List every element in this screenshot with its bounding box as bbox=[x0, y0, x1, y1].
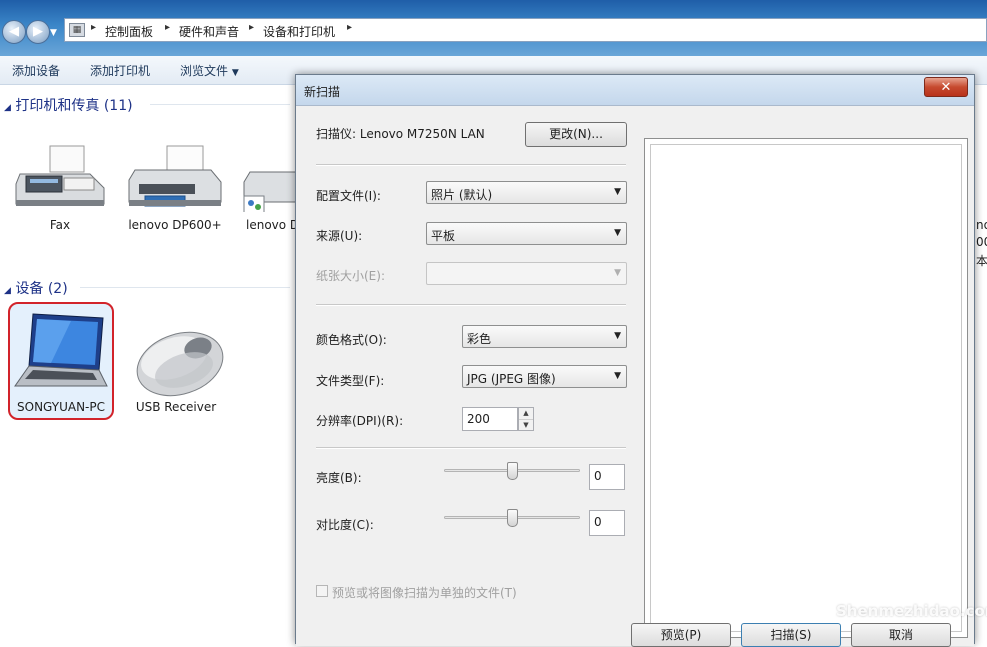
breadcrumb-separator-icon[interactable]: ▸ bbox=[347, 22, 352, 33]
printer-icon bbox=[243, 171, 296, 215]
separator bbox=[316, 447, 626, 449]
contrast-value: 0 bbox=[594, 515, 602, 529]
color-format-value: 彩色 bbox=[467, 332, 492, 346]
laptop-icon bbox=[14, 313, 108, 387]
paper-size-label: 纸张大小(E): bbox=[316, 269, 385, 283]
device-printer-dp600[interactable]: lenovo DP600+ bbox=[124, 140, 226, 235]
file-type-dropdown[interactable]: JPG (JPEG 图像) ▼ bbox=[462, 365, 627, 388]
brightness-value: 0 bbox=[594, 469, 602, 483]
section-divider bbox=[150, 104, 290, 105]
history-dropdown-icon[interactable]: ▼ bbox=[50, 28, 57, 38]
color-format-dropdown[interactable]: 彩色 ▼ bbox=[462, 325, 627, 348]
paper-size-dropdown: ▼ bbox=[426, 262, 627, 285]
dialog-body: 扫描仪: Lenovo M7250N LAN 更改(N)... 配置文件(I):… bbox=[296, 106, 974, 647]
navigation-bar: ◀ ▶ ▼ ▦ ▸ 控制面板 ▸ 硬件和声音 ▸ 设备和打印机 ▸ bbox=[0, 14, 987, 46]
color-format-label: 颜色格式(O): bbox=[316, 333, 387, 347]
breadcrumb-separator-icon[interactable]: ▸ bbox=[91, 22, 96, 33]
contrast-input[interactable]: 0 bbox=[589, 510, 625, 536]
profile-dropdown[interactable]: 照片 (默认) ▼ bbox=[426, 181, 627, 204]
device-label: USB Receiver bbox=[135, 400, 217, 414]
breadcrumb-control-panel[interactable]: 控制面板 bbox=[105, 23, 153, 40]
chevron-down-icon: ▼ bbox=[614, 331, 621, 341]
breadcrumb-hardware-sound[interactable]: 硬件和声音 bbox=[179, 23, 239, 40]
control-panel-icon: ▦ bbox=[69, 23, 85, 37]
mouse-icon bbox=[136, 331, 224, 397]
site-watermark: Shenmezhidao.com bbox=[836, 602, 987, 620]
device-printer-partial[interactable]: lenovo D bbox=[240, 140, 296, 235]
breadcrumb-devices-printers[interactable]: 设备和打印机 bbox=[263, 23, 335, 40]
brightness-label: 亮度(B): bbox=[316, 471, 362, 485]
scan-preview-area bbox=[644, 138, 968, 638]
printers-section-title: 打印机和传真 (11) bbox=[15, 98, 133, 114]
add-printer-button[interactable]: 添加打印机 bbox=[90, 62, 150, 79]
devices-section-header[interactable]: ◢ 设备 (2) bbox=[4, 278, 68, 298]
separator bbox=[316, 304, 626, 306]
partial-device-label: no bbox=[976, 218, 987, 232]
address-bar[interactable]: ▦ ▸ 控制面板 ▸ 硬件和声音 ▸ 设备和打印机 ▸ bbox=[64, 18, 987, 42]
printer-icon bbox=[128, 145, 222, 207]
chevron-down-icon: ▼ bbox=[614, 187, 621, 197]
chevron-down-icon: ▼ bbox=[614, 268, 621, 278]
chevron-down-icon: ▼ bbox=[614, 371, 621, 381]
collapse-arrow-icon: ◢ bbox=[4, 286, 11, 296]
profile-value: 照片 (默认) bbox=[431, 188, 493, 202]
fax-icon bbox=[15, 145, 105, 206]
resolution-input[interactable]: 200 bbox=[462, 407, 518, 431]
spin-up-icon[interactable]: ▲ bbox=[519, 408, 533, 420]
cancel-button[interactable]: 取消 bbox=[851, 623, 951, 647]
device-label: lenovo DP600+ bbox=[128, 218, 222, 232]
partial-device-label: 本 bbox=[976, 254, 987, 268]
resolution-label: 分辨率(DPI)(R): bbox=[316, 414, 404, 428]
device-label: Fax bbox=[49, 218, 71, 232]
back-icon[interactable]: ◀ bbox=[2, 20, 26, 44]
separate-files-checkbox[interactable] bbox=[316, 585, 328, 597]
source-value: 平板 bbox=[431, 229, 456, 243]
printers-section-header[interactable]: ◢ 打印机和传真 (11) bbox=[4, 95, 133, 115]
resolution-value: 200 bbox=[467, 412, 490, 426]
preview-button[interactable]: 预览(P) bbox=[631, 623, 731, 647]
dialog-titlebar[interactable]: 新扫描 ✕ bbox=[296, 75, 974, 106]
chevron-down-icon: ▼ bbox=[231, 68, 239, 78]
breadcrumb-separator-icon[interactable]: ▸ bbox=[249, 22, 254, 33]
brightness-slider-thumb[interactable] bbox=[506, 462, 518, 480]
forward-icon[interactable]: ▶ bbox=[26, 20, 50, 44]
source-dropdown[interactable]: 平板 ▼ bbox=[426, 222, 627, 245]
device-label: SONGYUAN-PC bbox=[17, 400, 105, 414]
contrast-label: 对比度(C): bbox=[316, 518, 374, 532]
preview-frame bbox=[650, 144, 962, 632]
separator bbox=[316, 164, 626, 166]
file-type-label: 文件类型(F): bbox=[316, 374, 385, 388]
add-device-button[interactable]: 添加设备 bbox=[12, 62, 60, 79]
breadcrumb-separator-icon[interactable]: ▸ bbox=[165, 22, 170, 33]
scanner-label: 扫描仪: Lenovo M7250N LAN bbox=[316, 127, 485, 141]
separate-files-label: 预览或将图像扫描为单独的文件(T) bbox=[332, 586, 517, 600]
section-divider bbox=[80, 287, 290, 288]
scan-button[interactable]: 扫描(S) bbox=[741, 623, 841, 647]
device-label: lenovo D bbox=[246, 218, 296, 232]
device-fax[interactable]: Fax bbox=[10, 140, 110, 235]
device-computer[interactable]: SONGYUAN-PC bbox=[10, 308, 112, 418]
file-type-value: JPG (JPEG 图像) bbox=[467, 372, 556, 386]
spin-down-icon[interactable]: ▼ bbox=[519, 420, 533, 431]
dialog-title: 新扫描 bbox=[304, 85, 341, 99]
profile-label: 配置文件(I): bbox=[316, 189, 381, 203]
source-label: 来源(U): bbox=[316, 229, 363, 243]
new-scan-dialog: 新扫描 ✕ 扫描仪: Lenovo M7250N LAN 更改(N)... 配置… bbox=[295, 74, 975, 647]
brightness-input[interactable]: 0 bbox=[589, 464, 625, 490]
devices-section-title: 设备 (2) bbox=[15, 281, 68, 297]
resolution-spinner[interactable]: ▲ ▼ bbox=[518, 407, 534, 431]
device-usb-receiver[interactable]: USB Receiver bbox=[124, 318, 228, 418]
browse-files-button[interactable]: 浏览文件 ▼ bbox=[180, 62, 239, 79]
chevron-down-icon: ▼ bbox=[614, 228, 621, 238]
contrast-slider-thumb[interactable] bbox=[506, 509, 518, 527]
change-scanner-button[interactable]: 更改(N)... bbox=[525, 122, 627, 147]
browse-files-label: 浏览文件 bbox=[180, 64, 229, 78]
collapse-arrow-icon: ◢ bbox=[4, 103, 11, 113]
close-icon[interactable]: ✕ bbox=[924, 77, 968, 97]
partial-device-label: 00 bbox=[976, 235, 987, 249]
